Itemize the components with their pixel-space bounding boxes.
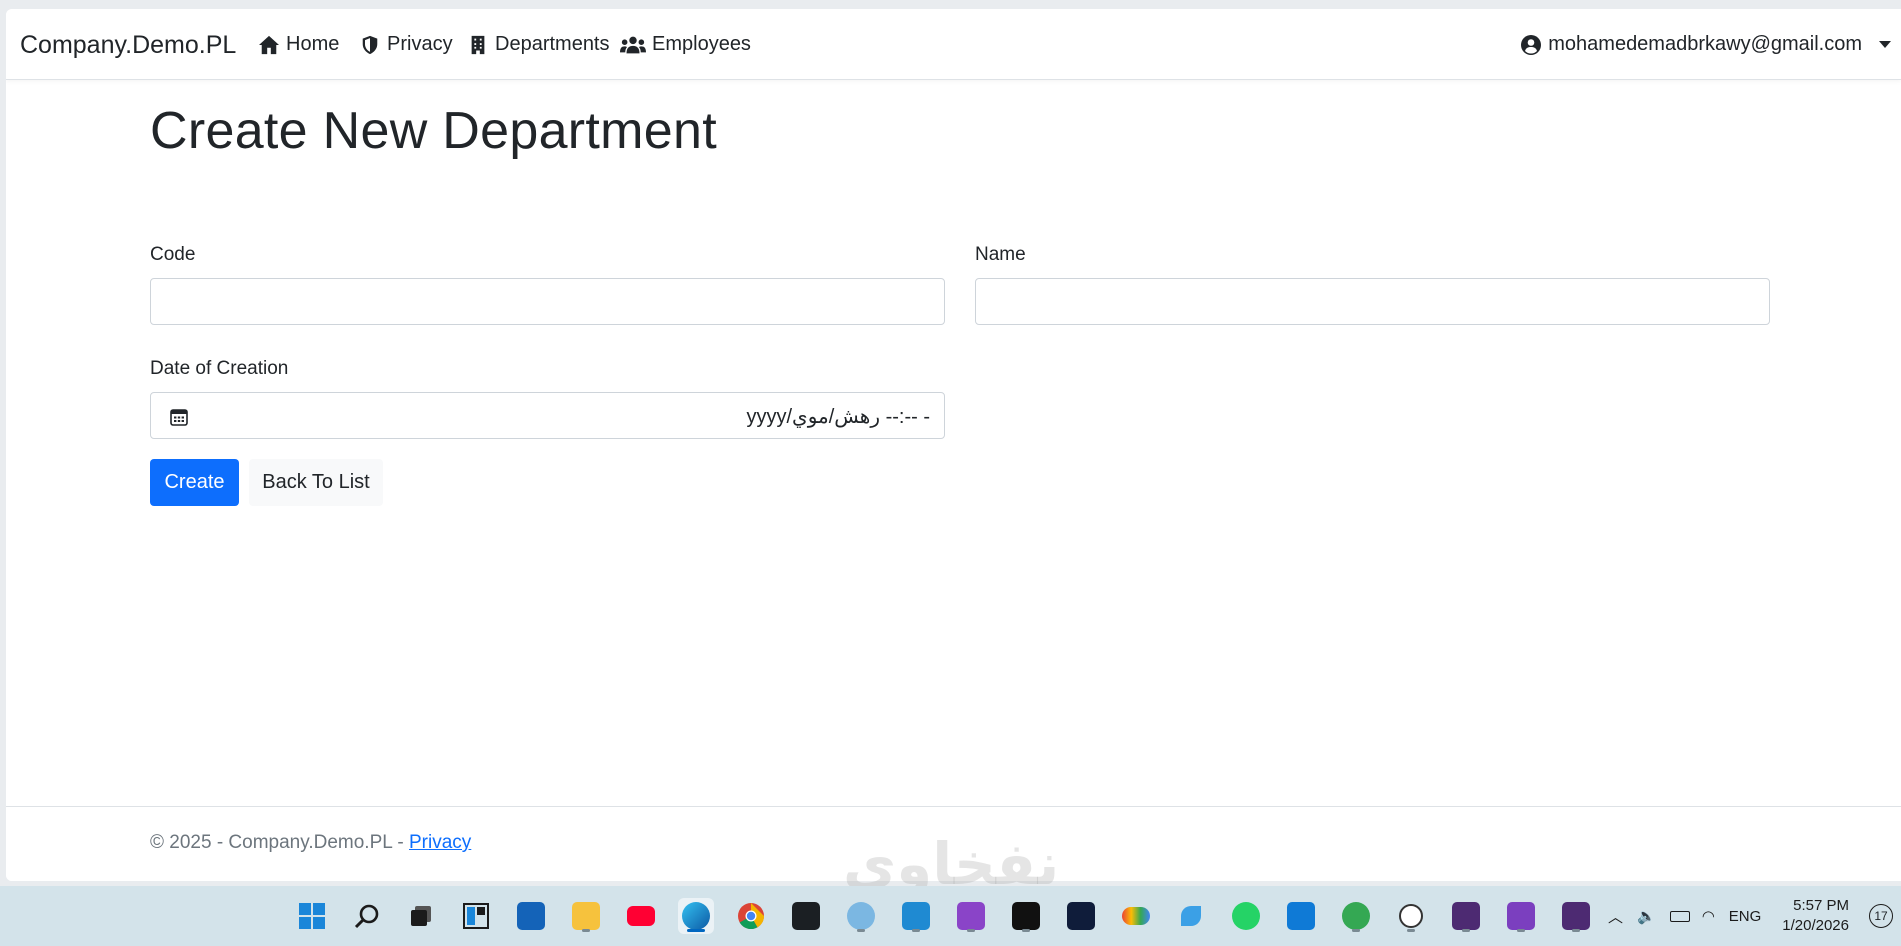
app-icon[interactable] (1008, 898, 1044, 934)
chrome-profile-icon[interactable] (1338, 898, 1374, 934)
date-placeholder: yyyy/رهش/موي --:-- - (746, 406, 930, 428)
task-view-icon[interactable] (403, 898, 439, 934)
visual-studio-insiders-icon[interactable] (953, 898, 989, 934)
browser-page: Company.Demo.PL Home Privacy Departments… (6, 9, 1901, 881)
nav-home-label: Home (286, 33, 340, 55)
clock[interactable]: 5:57 PM 1/20/2026 (1782, 896, 1849, 936)
language-indicator[interactable]: ENG (1729, 908, 1762, 925)
code-label: Code (150, 244, 196, 265)
nav-departments-label: Departments (495, 33, 610, 55)
search-icon[interactable] (349, 898, 385, 934)
system-tray: ︿ 🔈 ◠ ENG (1608, 886, 1761, 946)
nav-departments-link[interactable]: Departments (467, 33, 610, 56)
youtube-icon[interactable] (623, 898, 659, 934)
page-title: Create New Department (150, 102, 717, 160)
taskbar: ︿ 🔈 ◠ ENG 5:57 PM 1/20/2026 17 (0, 886, 1901, 946)
clock-date: 1/20/2026 (1782, 917, 1849, 934)
nav-privacy-label: Privacy (387, 33, 453, 55)
user-circle-icon (1521, 34, 1542, 55)
user-dropdown[interactable]: mohamedemadbrkawy@gmail.com (1521, 33, 1891, 56)
back-to-list-button[interactable]: Back To List (249, 459, 383, 506)
user-email: mohamedemadbrkawy@gmail.com (1548, 33, 1862, 55)
app-icon[interactable] (1173, 898, 1209, 934)
edge-icon[interactable] (678, 898, 714, 934)
chevron-down-icon (1879, 41, 1891, 48)
footer-text: © 2025 - Company.Demo.PL - Privacy (150, 832, 471, 854)
nav-privacy-link[interactable]: Privacy (359, 33, 453, 56)
create-button[interactable]: Create (150, 459, 239, 506)
calendar-icon[interactable] (169, 407, 189, 427)
mail-icon[interactable] (1283, 898, 1319, 934)
whatsapp-icon[interactable] (1228, 898, 1264, 934)
footer-privacy-link[interactable]: Privacy (409, 832, 471, 853)
notification-badge[interactable]: 17 (1869, 904, 1893, 928)
chevron-up-icon[interactable]: ︿ (1608, 906, 1623, 927)
visual-studio-icon[interactable] (1503, 898, 1539, 934)
microsoft-store-icon[interactable] (513, 898, 549, 934)
nav-employees-label: Employees (652, 33, 751, 55)
windows-start-icon[interactable] (294, 898, 330, 934)
code-input[interactable] (150, 278, 945, 325)
google-cloud-icon[interactable] (1118, 898, 1154, 934)
nav-employees-link[interactable]: Employees (620, 33, 751, 56)
wifi-icon[interactable]: ◠ (1702, 907, 1715, 925)
clock-time: 5:57 PM (1793, 897, 1849, 914)
nav-home-link[interactable]: Home (258, 33, 339, 56)
battery-icon[interactable] (1669, 910, 1690, 922)
navbar: Company.Demo.PL Home Privacy Departments… (6, 9, 1901, 80)
file-explorer-icon[interactable] (568, 898, 604, 934)
chrome-icon[interactable] (733, 898, 769, 934)
date-label: Date of Creation (150, 358, 289, 379)
terminal-icon[interactable] (1558, 898, 1594, 934)
volume-icon[interactable]: 🔈 (1637, 907, 1656, 925)
name-input[interactable] (975, 278, 1770, 325)
github-icon[interactable] (788, 898, 824, 934)
shield-icon (362, 35, 378, 54)
chatgpt-icon[interactable] (1393, 898, 1429, 934)
copyright-text: © 2025 - Company.Demo.PL - (150, 832, 409, 853)
date-of-creation-input[interactable]: yyyy/رهش/موي --:-- - (150, 392, 945, 439)
app-icon[interactable] (1063, 898, 1099, 934)
brand-link[interactable]: Company.Demo.PL (20, 31, 236, 60)
vscode-icon[interactable] (898, 898, 934, 934)
users-icon (620, 36, 646, 53)
terminal-icon[interactable] (1448, 898, 1484, 934)
app-icon[interactable] (843, 898, 879, 934)
building-icon (471, 35, 485, 54)
name-label: Name (975, 244, 1026, 265)
widgets-icon[interactable] (458, 898, 494, 934)
home-icon (259, 35, 279, 54)
